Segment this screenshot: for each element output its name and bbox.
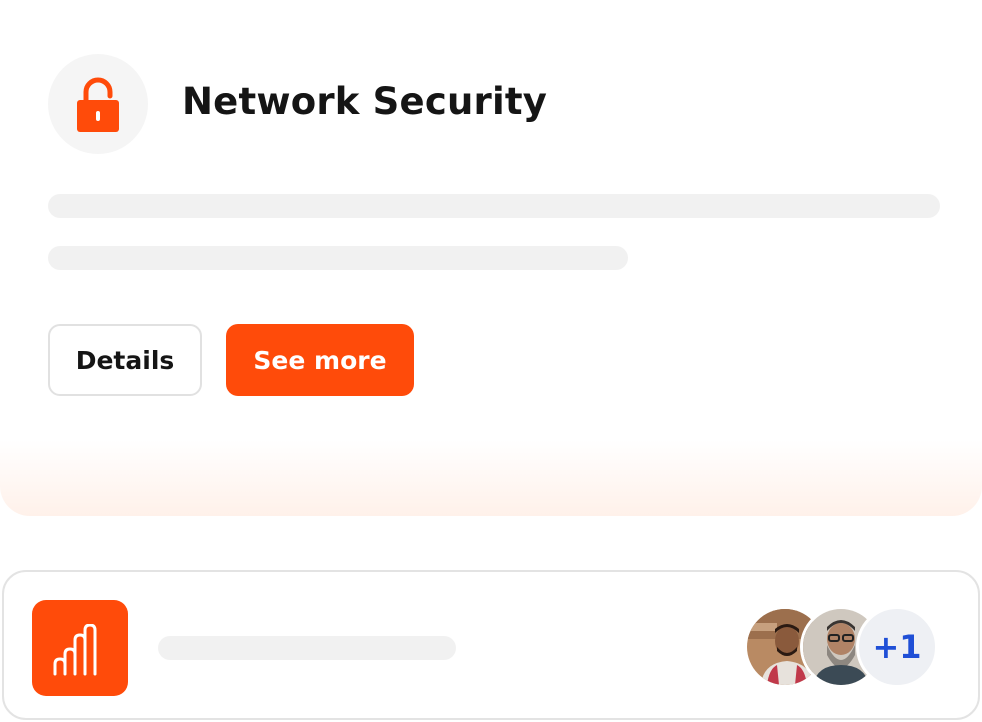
lock-icon-badge <box>48 54 148 154</box>
bar-chart-icon <box>53 624 97 676</box>
chart-icon-tile <box>32 600 128 696</box>
activity-card: +1 <box>2 570 980 720</box>
network-security-card: Network Security Details See more <box>0 0 982 516</box>
page: Network Security Details See more +1 <box>0 0 982 722</box>
card-title: Network Security <box>182 80 548 123</box>
details-button[interactable]: Details <box>48 324 202 396</box>
more-members-count[interactable]: +1 <box>856 606 938 688</box>
lock-icon <box>77 77 119 132</box>
text-placeholder-line <box>48 246 628 270</box>
text-placeholder-line <box>48 194 940 218</box>
see-more-button[interactable]: See more <box>226 324 414 396</box>
text-placeholder-line <box>158 636 456 660</box>
